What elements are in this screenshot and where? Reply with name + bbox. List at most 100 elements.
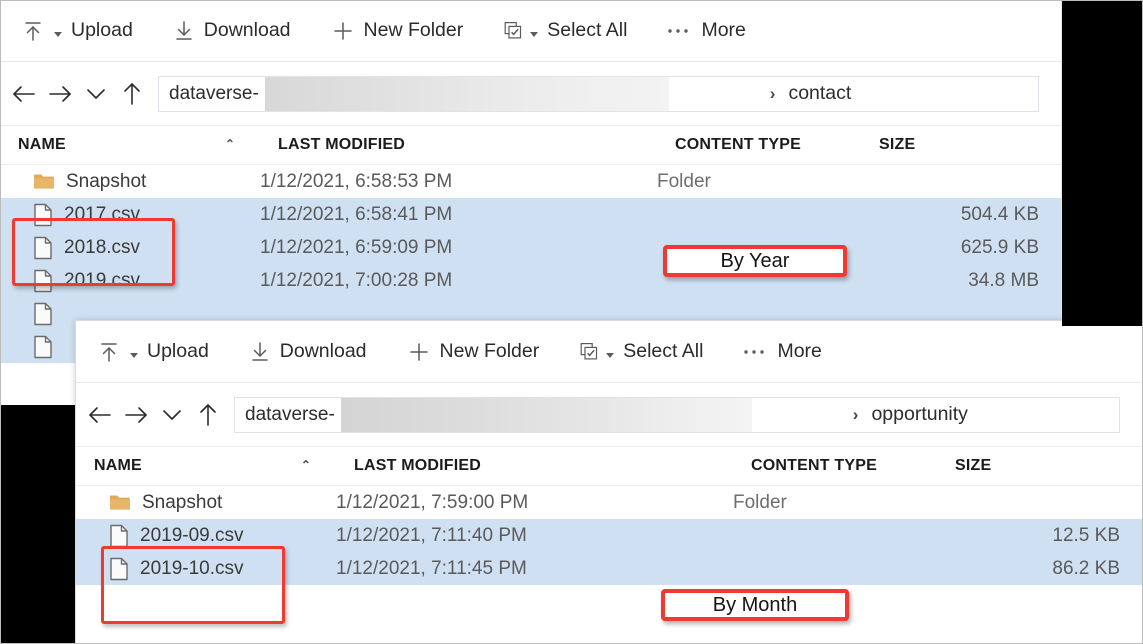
file-icon xyxy=(109,524,129,548)
folder-icon xyxy=(33,172,55,191)
upload-caret-icon[interactable] xyxy=(130,353,138,358)
plus-icon xyxy=(407,340,431,364)
select-all-caret-icon[interactable] xyxy=(606,353,615,358)
new-folder-button-2[interactable]: New Folder xyxy=(381,321,554,382)
column-header-size[interactable]: SIZE xyxy=(872,136,1061,154)
breadcrumb-separator-icon: › xyxy=(769,84,776,103)
masked-region-left xyxy=(0,405,75,644)
cell-last-modified: 1/12/2021, 7:00:28 PM xyxy=(260,269,453,291)
navigation-bar-2: dataverse- › opportunity xyxy=(76,383,1142,447)
select-all-label-2: Select All xyxy=(623,339,704,362)
download-button[interactable]: Download xyxy=(147,0,305,61)
breadcrumb-opportunity[interactable]: dataverse- › opportunity xyxy=(234,396,1120,433)
column-header-content-type-label: CONTENT TYPE xyxy=(675,136,801,153)
column-header-last-modified-label: LAST MODIFIED xyxy=(278,136,406,153)
table-row[interactable]: Snapshot 1/12/2021, 7:59:00 PM Folder xyxy=(76,486,1142,519)
breadcrumb-contact[interactable]: dataverse- › contact xyxy=(158,75,1039,112)
column-header-name-label-2: NAME xyxy=(94,457,142,474)
column-header-name-label: NAME xyxy=(18,136,66,153)
breadcrumb-prefix: dataverse- xyxy=(159,84,259,103)
column-header-last-modified-label-2: LAST MODIFIED xyxy=(354,457,482,474)
forward-button[interactable] xyxy=(42,62,78,125)
column-header-last-modified[interactable]: LAST MODIFIED xyxy=(278,136,675,154)
back-button-2[interactable] xyxy=(82,383,118,446)
annotation-callout-by-year-label: By Year xyxy=(720,249,790,272)
column-header-name-2[interactable]: NAME ⌃ xyxy=(76,457,354,475)
upload-arrow-icon xyxy=(98,340,120,364)
file-icon xyxy=(33,302,53,326)
upload-caret-icon[interactable] xyxy=(54,32,62,37)
annotation-callout-by-month-label: By Month xyxy=(712,593,798,616)
column-header-content-type-label-2: CONTENT TYPE xyxy=(751,457,877,474)
table-header-opportunity: NAME ⌃ LAST MODIFIED CONTENT TYPE SIZE xyxy=(76,447,1142,486)
forward-button-2[interactable] xyxy=(118,383,154,446)
command-bar-2: Upload Download New Folder Select All Mo… xyxy=(76,321,1142,383)
file-browser-panel-opportunity: Upload Download New Folder Select All Mo… xyxy=(75,320,1143,644)
column-header-name[interactable]: NAME ⌃ xyxy=(0,136,278,154)
cell-name: Snapshot xyxy=(0,171,260,193)
cell-last-modified: 1/12/2021, 7:11:45 PM xyxy=(336,557,527,579)
column-header-last-modified-2[interactable]: LAST MODIFIED xyxy=(354,457,751,475)
more-button[interactable]: More xyxy=(641,0,759,61)
cell-size: 86.2 KB xyxy=(1052,557,1120,579)
up-one-level-button-2[interactable] xyxy=(190,383,226,446)
recent-locations-chevron-down-icon[interactable] xyxy=(78,62,114,125)
file-name-label: 2019-10.csv xyxy=(140,557,244,579)
cell-name: 2017.csv xyxy=(0,203,260,227)
select-all-caret-icon[interactable] xyxy=(530,32,539,37)
cell-last-modified: 1/12/2021, 7:59:00 PM xyxy=(336,491,529,513)
table-row[interactable]: 2019.csv 1/12/2021, 7:00:28 PM 34.8 MB xyxy=(0,264,1061,297)
cell-content-type: Folder xyxy=(657,170,711,192)
recent-locations-chevron-down-icon-2[interactable] xyxy=(154,383,190,446)
more-button-2[interactable]: More xyxy=(717,321,835,382)
upload-button[interactable]: Upload xyxy=(0,0,147,61)
redacted-path-segment xyxy=(265,76,669,111)
upload-label-2: Upload xyxy=(147,339,209,362)
cell-name: 2019-09.csv xyxy=(76,524,336,548)
download-label: Download xyxy=(203,18,291,41)
more-label: More xyxy=(701,18,746,41)
navigation-bar: dataverse- › contact xyxy=(0,62,1061,126)
cell-size: 625.9 KB xyxy=(960,236,1039,258)
column-header-content-type[interactable]: CONTENT TYPE xyxy=(675,136,872,154)
new-folder-label: New Folder xyxy=(363,18,464,41)
up-one-level-button[interactable] xyxy=(114,62,150,125)
column-header-content-type-2[interactable]: CONTENT TYPE xyxy=(751,457,948,475)
file-icon xyxy=(33,269,53,293)
table-row[interactable]: Snapshot 1/12/2021, 6:58:53 PM Folder xyxy=(0,165,1061,198)
sort-ascending-icon: ⌃ xyxy=(224,137,236,151)
column-header-size-label: SIZE xyxy=(879,136,916,153)
file-name-label: 2019.csv xyxy=(64,269,141,291)
upload-label: Upload xyxy=(71,18,133,41)
file-name-label: 2019-09.csv xyxy=(140,524,244,546)
column-header-size-2[interactable]: SIZE xyxy=(948,457,1142,475)
cell-name: 2019-10.csv xyxy=(76,557,336,581)
table-row[interactable]: 2018.csv 1/12/2021, 6:59:09 PM 625.9 KB xyxy=(0,231,1061,264)
ellipsis-icon xyxy=(743,348,765,356)
sort-ascending-icon-2: ⌃ xyxy=(300,458,312,472)
breadcrumb-prefix-2: dataverse- xyxy=(235,405,335,424)
cell-content-type: Folder xyxy=(733,491,787,513)
file-list-opportunity: Snapshot 1/12/2021, 7:59:00 PM Folder 2019-… xyxy=(76,486,1142,585)
table-row[interactable]: 2019-09.csv 1/12/2021, 7:11:40 PM 12.5 KB xyxy=(76,519,1142,552)
download-button-2[interactable]: Download xyxy=(223,321,381,382)
back-button[interactable] xyxy=(6,62,42,125)
select-all-checkbox-icon xyxy=(579,342,599,362)
masked-region-right xyxy=(1062,0,1143,326)
cell-name: 2018.csv xyxy=(0,236,260,260)
download-label-2: Download xyxy=(279,339,367,362)
command-bar: Upload Download New Folder Select All Mo… xyxy=(0,0,1061,62)
file-name-label: 2018.csv xyxy=(64,236,141,258)
upload-button-2[interactable]: Upload xyxy=(76,321,223,382)
breadcrumb-separator-icon-2: › xyxy=(852,405,859,424)
file-icon xyxy=(33,335,53,359)
table-row[interactable]: 2019-10.csv 1/12/2021, 7:11:45 PM 86.2 KB xyxy=(76,552,1142,585)
select-all-button-2[interactable]: Select All xyxy=(553,321,717,382)
table-row[interactable]: 2017.csv 1/12/2021, 6:58:41 PM 504.4 KB xyxy=(0,198,1061,231)
cell-size: 12.5 KB xyxy=(1052,524,1120,546)
cell-size: 504.4 KB xyxy=(960,203,1039,225)
new-folder-button[interactable]: New Folder xyxy=(305,0,478,61)
upload-arrow-icon xyxy=(22,19,44,43)
redacted-path-segment xyxy=(341,397,752,432)
select-all-button[interactable]: Select All xyxy=(477,0,641,61)
